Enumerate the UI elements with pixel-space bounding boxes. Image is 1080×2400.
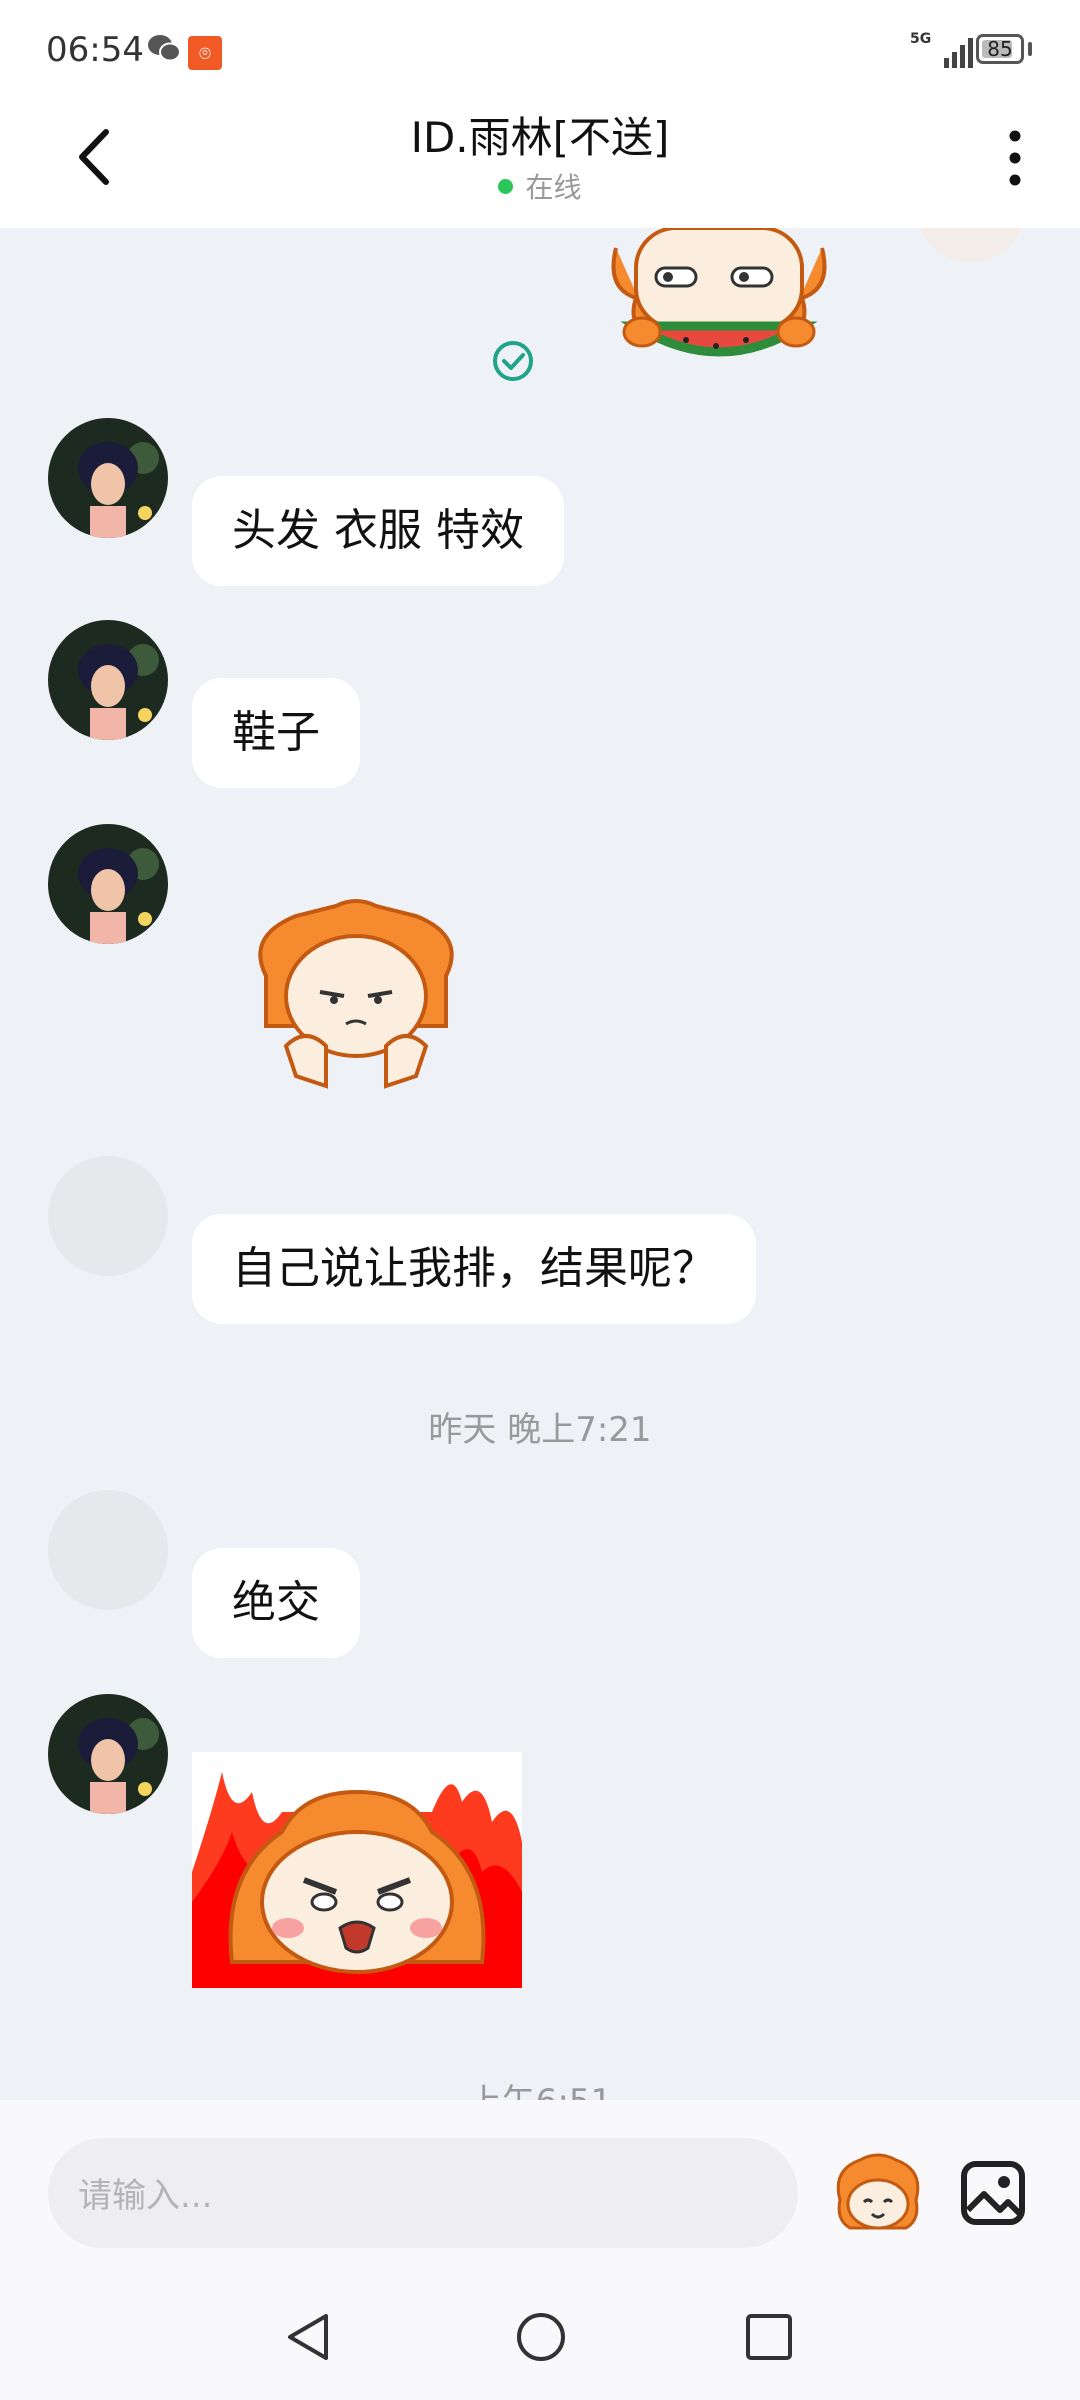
- nav-recent-icon[interactable]: [744, 2312, 794, 2362]
- contact-avatar[interactable]: [48, 824, 168, 944]
- signal-icon: [944, 38, 973, 68]
- angry-fire-sticker[interactable]: [192, 1752, 522, 1988]
- online-label: 在线: [525, 171, 582, 204]
- message-list[interactable]: 头发 衣服 特效 鞋子 自己说让我排，结果呢？ 昨天 晚上7:21 绝交: [0, 228, 1080, 2100]
- contact-avatar-placeholder[interactable]: [48, 1490, 168, 1610]
- self-avatar[interactable]: [916, 228, 1026, 262]
- message-timestamp: 上午6:51: [0, 2074, 1080, 2100]
- nav-home-icon[interactable]: [514, 2310, 568, 2364]
- status-time: 06:54: [46, 30, 144, 70]
- app-notification-icon: ⌾: [188, 36, 222, 70]
- contact-avatar[interactable]: [48, 418, 168, 538]
- message-bubble[interactable]: 自己说让我排，结果呢？: [192, 1214, 756, 1324]
- unimpressed-sticker[interactable]: [236, 896, 476, 1096]
- battery-level: 85: [987, 37, 1013, 61]
- eating-watermelon-sticker[interactable]: [596, 228, 842, 368]
- image-icon[interactable]: [960, 2160, 1026, 2226]
- message-bubble[interactable]: 头发 衣服 特效: [192, 476, 564, 586]
- online-dot-icon: [498, 178, 514, 194]
- message-input-placeholder: 请输入...: [78, 2176, 213, 2216]
- network-type: 5G: [910, 31, 932, 47]
- message-bubble[interactable]: 鞋子: [192, 678, 360, 788]
- wechat-icon: [148, 35, 181, 62]
- sent-check-icon: [493, 341, 533, 381]
- message-bubble[interactable]: 绝交: [192, 1548, 360, 1658]
- online-status: 在线: [0, 166, 1080, 206]
- battery-icon: 85: [976, 34, 1024, 64]
- more-vertical-icon[interactable]: [1000, 128, 1030, 188]
- nav-back-icon[interactable]: [282, 2310, 336, 2364]
- message-timestamp: 昨天 晚上7:21: [428, 1410, 652, 1450]
- contact-avatar-placeholder[interactable]: [48, 1156, 168, 1276]
- contact-avatar[interactable]: [48, 620, 168, 740]
- contact-avatar[interactable]: [48, 1694, 168, 1814]
- contact-name[interactable]: ID.雨林[不送]: [0, 104, 1080, 165]
- sticker-emoji-icon[interactable]: [830, 2150, 926, 2236]
- battery-nub: [1028, 42, 1032, 56]
